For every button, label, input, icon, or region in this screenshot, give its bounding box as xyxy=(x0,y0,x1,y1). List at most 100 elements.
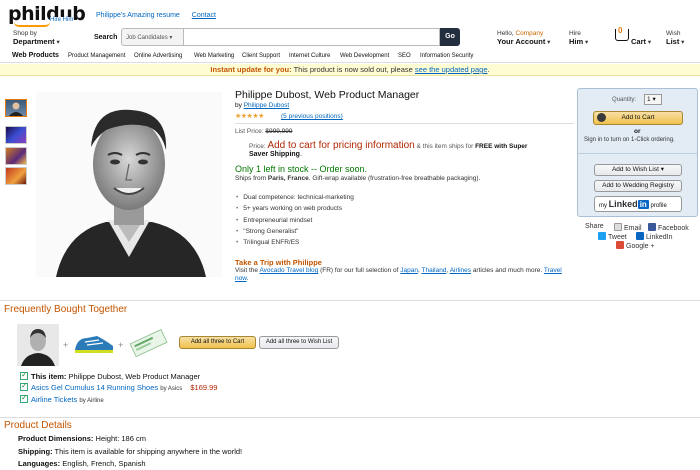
add-to-wish-list-button[interactable]: Add to Wish List ▾ xyxy=(594,164,682,176)
nav-item-web-marketing[interactable]: Web Marketing xyxy=(194,53,234,59)
add-all-to-cart-button[interactable]: Add all three to Cart xyxy=(179,336,256,349)
fbt-item-shoes[interactable] xyxy=(73,330,115,356)
search-category-value: Job Candidates xyxy=(126,35,168,41)
search-category-select[interactable]: Job Candidates ▾ xyxy=(121,28,183,46)
nav-item-information-security[interactable]: Information Security xyxy=(420,53,473,59)
add-to-wedding-registry-button[interactable]: Add to Wedding Registry xyxy=(594,180,682,192)
chevron-down-icon: ▾ xyxy=(583,39,589,46)
linkedin-profile-label: profile xyxy=(650,203,667,209)
thumbnail-portrait[interactable] xyxy=(5,99,27,117)
fbt-line-item-3: Airline Tickets by Airline xyxy=(20,393,104,404)
account-label: Your Account xyxy=(497,37,546,46)
nav-item-internet-culture[interactable]: Internet Culture xyxy=(289,53,330,59)
fbt-checkbox-3[interactable] xyxy=(20,393,28,403)
fbt-checkbox-1[interactable] xyxy=(20,370,28,380)
fbt-checkbox-2[interactable] xyxy=(20,381,28,391)
chevron-down-icon: ▾ xyxy=(545,39,551,46)
updated-page-link[interactable]: see the updated page xyxy=(415,65,488,74)
detail-row: Languages: English, French, Spanish xyxy=(18,459,146,468)
cart-label: Cart xyxy=(631,37,647,46)
one-click-signin[interactable]: Sign in to turn on 1-Click ordering. xyxy=(584,137,675,143)
list-price: List Price: $999,999 xyxy=(235,128,292,135)
rating-stars[interactable]: ★★★★★ xyxy=(235,112,264,120)
trip-dot: . xyxy=(246,275,249,282)
sold-out-notice: Instant update for you: This product is … xyxy=(0,64,700,76)
linkedin-profile-button[interactable]: my Linked in profile xyxy=(594,196,682,212)
search-go-button[interactable]: Go xyxy=(440,28,460,46)
add-all-to-wish-list-button[interactable]: Add all three to Wish List xyxy=(259,336,339,349)
product-byline: by Philippe Dubost xyxy=(235,102,289,109)
product-main-photo[interactable] xyxy=(36,92,222,277)
fbt-item-tickets[interactable] xyxy=(128,326,171,362)
share-facebook[interactable]: Facebook xyxy=(648,223,689,232)
nav-item-product-management[interactable]: Product Management xyxy=(68,53,125,59)
price-free-shipping: FREE with Super xyxy=(475,143,528,150)
chevron-down-icon: ▾ xyxy=(652,96,656,103)
saver-shipping-end: . xyxy=(299,151,302,158)
travel-blog-link[interactable]: Avocado Travel blog xyxy=(259,267,318,274)
add-to-cart-button[interactable]: Add to Cart xyxy=(593,111,683,125)
nav-item-seo[interactable]: SEO xyxy=(398,53,411,59)
linkedin-my: my xyxy=(599,203,607,209)
share-email[interactable]: Email xyxy=(614,223,642,232)
wish-list-menu[interactable]: Wish List ▾ xyxy=(666,30,684,47)
fbt-item-2-link[interactable]: Asics Gel Cumulus 14 Running Shoes xyxy=(31,383,158,392)
stock-status: Only 1 left in stock -- Order soon. xyxy=(235,164,368,174)
list-price-label: List Price: xyxy=(235,128,264,135)
japan-link[interactable]: Japan xyxy=(400,267,418,274)
bullet-item: "Strong Generalist" xyxy=(236,226,354,237)
share-email-label: Email xyxy=(624,225,642,232)
search-input[interactable] xyxy=(183,28,440,46)
quantity-select[interactable]: 1 ▾ xyxy=(644,94,662,105)
fbt-item-3-link[interactable]: Airline Tickets xyxy=(31,395,77,404)
nav-item-online-advertising[interactable]: Online Advertising xyxy=(134,53,182,59)
cart-button[interactable]: Cart ▾ xyxy=(631,38,651,47)
chevron-down-icon: ▾ xyxy=(679,39,685,46)
thumbnail-lanterns[interactable] xyxy=(5,167,27,185)
nav-item-web-development[interactable]: Web Development xyxy=(340,53,389,59)
share-twitter[interactable]: Tweet xyxy=(598,232,627,241)
hire-him-menu[interactable]: Hire Him ▾ xyxy=(569,30,588,47)
price-label: Price: xyxy=(249,143,266,150)
nav-item-web-products[interactable]: Web Products xyxy=(12,52,59,59)
price-line-2: Saver Shipping. xyxy=(249,151,302,158)
list-price-value: $999,999 xyxy=(265,128,293,135)
author-link[interactable]: Philippe Dubost xyxy=(244,102,290,109)
linkedin-icon xyxy=(636,232,644,240)
share-linkedin[interactable]: LinkedIn xyxy=(636,232,672,241)
bullet-item: Trilingual ENFR/ES xyxy=(236,237,354,248)
shop-by-department[interactable]: Shop by Department ▾ xyxy=(13,30,60,47)
account-name: Company xyxy=(515,30,544,37)
department-label: Department xyxy=(13,37,55,46)
chevron-down-icon: ▾ xyxy=(646,39,652,46)
or-label: or xyxy=(634,128,641,135)
price-line: Price: Add to cart for pricing informati… xyxy=(249,140,527,151)
thumbnail-city-night[interactable] xyxy=(5,126,27,144)
facebook-icon xyxy=(648,223,656,231)
thumbnail-temple[interactable] xyxy=(5,147,27,165)
chevron-down-icon: ▾ xyxy=(169,35,173,41)
notice-end: . xyxy=(487,65,490,74)
contact-link[interactable]: Contact xyxy=(192,12,216,19)
fbt-item-1-name: Philippe Dubost, Web Product Manager xyxy=(68,372,201,381)
trip-pre: Visit the xyxy=(235,267,259,274)
fbt-item-portrait[interactable] xyxy=(17,324,59,366)
share-google[interactable]: Google + xyxy=(616,241,655,250)
thailand-link[interactable]: Thailand xyxy=(421,267,446,274)
top-links: Philippe's Amazing resume Contact xyxy=(96,12,226,19)
twitter-icon xyxy=(598,232,606,240)
bullet-item: 5+ years working on web products xyxy=(236,203,354,214)
share-google-label: Google + xyxy=(626,243,655,250)
detail-label: Languages: xyxy=(18,459,61,468)
logo-hire-badge[interactable]: Hire Him xyxy=(50,17,74,23)
airlines-link[interactable]: Airlines xyxy=(450,267,471,274)
share-linkedin-label: LinkedIn xyxy=(646,234,673,241)
product-title: Philippe Dubost, Web Product Manager xyxy=(235,89,420,101)
trip-title: Take a Trip with Philippe xyxy=(235,258,322,267)
linkedin-icon: in xyxy=(637,200,649,209)
resume-link[interactable]: Philippe's Amazing resume xyxy=(96,12,180,19)
byline-by: by xyxy=(235,102,242,109)
reviews-link[interactable]: (5 previous positions) xyxy=(281,113,343,120)
account-menu[interactable]: Hello, Company Your Account ▾ xyxy=(497,30,550,47)
nav-item-client-support[interactable]: Client Support xyxy=(242,53,280,59)
